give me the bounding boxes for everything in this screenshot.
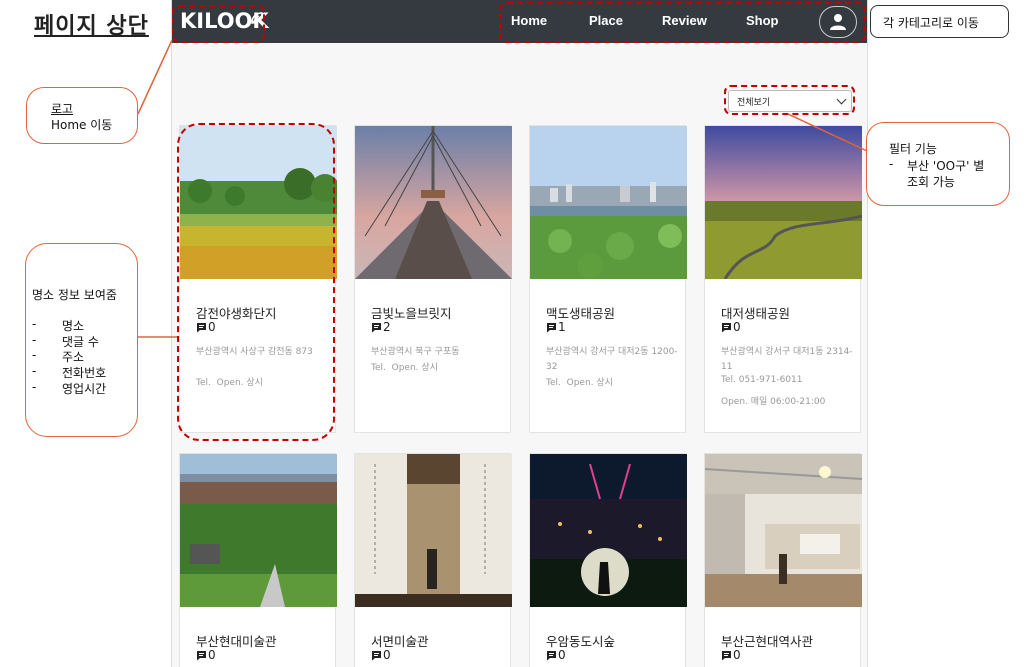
comment-icon xyxy=(722,651,731,661)
comment-icon xyxy=(372,323,381,333)
place-card[interactable]: 금빛노을브릿지 2 부산광역시 북구 구포동 Tel. Open. 상시 xyxy=(354,125,512,433)
place-tel: Tel. 051-971-6011 xyxy=(721,375,803,385)
place-info-highlight xyxy=(177,123,335,441)
place-address: 부산광역시 강서구 대저2동 1200-32 xyxy=(546,347,678,372)
comment-icon xyxy=(547,651,556,661)
comment-count-value: 0 xyxy=(383,648,391,662)
bullet-dash: - xyxy=(32,380,37,394)
comment-count: 2 xyxy=(371,320,391,334)
comment-count-value: 2 xyxy=(383,320,391,334)
place-open: Open. 상시 xyxy=(391,363,438,373)
comment-count: 0 xyxy=(371,648,391,662)
logo-callout: 로고 Home 이동 xyxy=(26,87,138,144)
place-card[interactable]: 맥도생태공원 1 부산광역시 강서구 대저2동 1200-32 Tel. Ope… xyxy=(529,125,687,433)
place-photo xyxy=(355,126,512,279)
logo-callout-desc: Home 이동 xyxy=(51,118,113,132)
place-card[interactable]: 부산근현대역사관 0 xyxy=(704,453,862,667)
place-card[interactable]: 대저생태공원 0 부산광역시 강서구 대저1동 2314-11 Tel. 051… xyxy=(704,125,862,433)
page-title: 페이지 상단 xyxy=(34,14,149,39)
bullet-item: 전화번호 xyxy=(62,366,107,380)
logo-highlight xyxy=(172,5,265,43)
place-info-callout: 명소 정보 보여줌 - 명소 - 댓글 수 - 주소 - 전화번호 - 영업시간 xyxy=(25,243,138,437)
place-photo xyxy=(705,454,862,607)
place-photo xyxy=(705,126,862,279)
category-highlight xyxy=(499,2,866,43)
comment-count-value: 0 xyxy=(208,648,216,662)
place-photo xyxy=(180,454,337,607)
bullet-item: 영업시간 xyxy=(62,382,107,396)
filter-callout-line1: 부산 'OO구' 별 xyxy=(907,159,985,173)
category-callout-text: 각 카테고리로 이동 xyxy=(883,16,979,30)
comment-icon xyxy=(372,651,381,661)
place-info-callout-title: 명소 정보 보여줌 xyxy=(32,288,117,302)
place-open: Open. 매일 06:00-21:00 xyxy=(721,397,826,407)
comment-count: 0 xyxy=(546,648,566,662)
filter-callout-bullet: - xyxy=(889,157,894,171)
bullet-dash: - xyxy=(32,333,37,347)
place-open: Open. 상시 xyxy=(566,378,613,388)
comment-count: 0 xyxy=(721,648,741,662)
comment-count-value: 0 xyxy=(733,648,741,662)
place-tel: Tel. xyxy=(546,378,561,388)
bullet-item: 주소 xyxy=(62,350,85,364)
place-photo xyxy=(530,126,687,279)
bullet-dash: - xyxy=(32,317,37,331)
comment-icon xyxy=(197,651,206,661)
place-tel-open: Tel. Open. 상시 xyxy=(546,375,613,388)
logo-callout-title: 로고 xyxy=(51,102,74,116)
place-address: 부산광역시 북구 구포동 xyxy=(371,347,460,357)
place-tel: Tel. xyxy=(371,363,386,373)
place-photo xyxy=(530,454,687,607)
comment-count: 1 xyxy=(546,320,566,334)
comment-count: 0 xyxy=(196,648,216,662)
comment-count-value: 0 xyxy=(733,320,741,334)
filter-callout-title: 필터 기능 xyxy=(889,142,937,156)
filter-callout-line2: 조회 가능 xyxy=(907,175,955,189)
filter-highlight xyxy=(724,85,855,115)
place-card[interactable]: 부산현대미술관 0 xyxy=(179,453,337,667)
comment-count-value: 1 xyxy=(558,320,566,334)
place-photo xyxy=(355,454,512,607)
place-address: 부산광역시 강서구 대저1동 2314-11 xyxy=(721,347,853,372)
bullet-item: 명소 xyxy=(62,319,85,333)
comment-icon xyxy=(547,323,556,333)
place-card[interactable]: 서면미술관 0 xyxy=(354,453,512,667)
place-tel-open: Tel. Open. 상시 xyxy=(371,360,438,373)
comment-count-value: 0 xyxy=(558,648,566,662)
comment-icon xyxy=(722,323,731,333)
bullet-dash: - xyxy=(32,364,37,378)
place-card[interactable]: 우암동도시숲 0 xyxy=(529,453,687,667)
comment-count: 0 xyxy=(721,320,741,334)
bullet-dash: - xyxy=(32,348,37,362)
category-callout: 각 카테고리로 이동 xyxy=(870,5,1009,38)
filter-callout: 필터 기능 - 부산 'OO구' 별 조회 가능 xyxy=(866,122,1010,206)
